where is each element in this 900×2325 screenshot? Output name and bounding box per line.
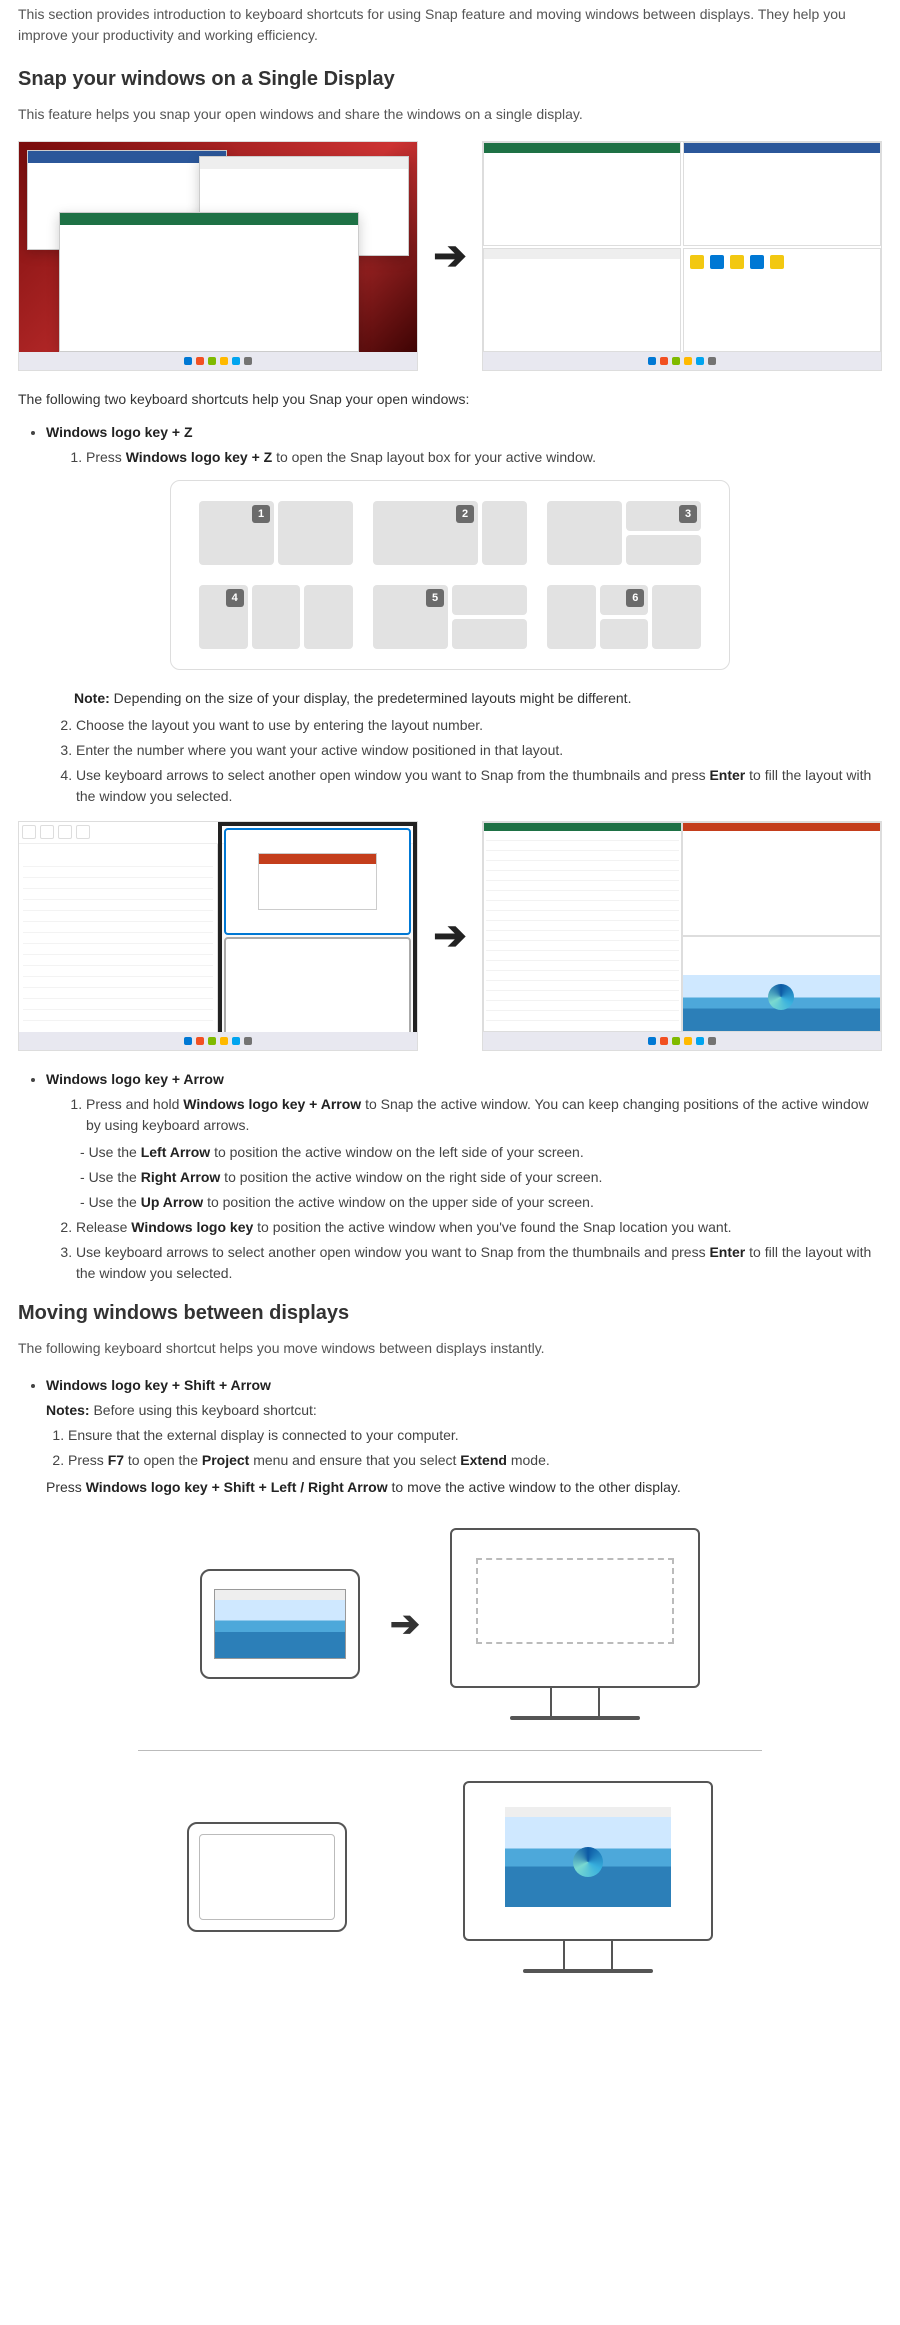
separator <box>138 1750 762 1751</box>
arrow-icon: ➔ <box>390 1597 420 1651</box>
a-sub-left: Use the Left Arrow to position the activ… <box>80 1142 882 1163</box>
figure-move-before: ➔ <box>18 1528 882 1720</box>
screenshot-snap-select-before <box>18 821 418 1051</box>
screenshot-unsnapped <box>18 141 418 371</box>
a-step-1: Press and hold Windows logo key + Arrow … <box>86 1094 882 1136</box>
tablet-with-window <box>200 1569 360 1679</box>
heading-snap-single-display: Snap your windows on a Single Display <box>18 64 882 94</box>
z-step-4: Use keyboard arrows to select another op… <box>76 765 882 807</box>
shortcut-win-shift-arrow: Windows logo key + Shift + Arrow Notes: … <box>46 1375 882 1471</box>
monitor-empty <box>450 1528 700 1720</box>
n-step-2: Press F7 to open the Project menu and en… <box>68 1450 882 1471</box>
arrow-icon: ➔ <box>423 906 477 966</box>
a-sub-right: Use the Right Arrow to position the acti… <box>80 1167 882 1188</box>
figure-move-after <box>18 1781 882 1973</box>
a-step-2: Release Windows logo key to position the… <box>76 1217 882 1238</box>
edge-logo-icon <box>573 1847 603 1877</box>
tablet-empty <box>187 1822 347 1932</box>
z-step-2: Choose the layout you want to use by ent… <box>76 715 882 736</box>
para-following-shortcuts: The following two keyboard shortcuts hel… <box>18 389 882 410</box>
shortcut-win-arrow: Windows logo key + Arrow Press and hold … <box>46 1069 882 1136</box>
n-step-1: Ensure that the external display is conn… <box>68 1425 882 1446</box>
shortcut-win-z: Windows logo key + Z Press Windows logo … <box>46 422 882 468</box>
a-sub-up: Use the Up Arrow to position the active … <box>80 1192 882 1213</box>
screenshot-snap-select-after <box>482 821 882 1051</box>
intro-paragraph: This section provides introduction to ke… <box>18 4 882 46</box>
monitor-with-window <box>463 1781 713 1973</box>
z-step-3: Enter the number where you want your act… <box>76 740 882 761</box>
arrow-icon: ➔ <box>423 226 477 286</box>
edge-logo-icon <box>768 984 794 1010</box>
press-instruction: Press Windows logo key + Shift + Left / … <box>46 1477 882 1498</box>
desc-snap-single: This feature helps you snap your open wi… <box>18 104 882 125</box>
screenshot-snapped <box>482 141 882 371</box>
figure-snap-layout-picker: 1 2 3 4 5 6 <box>170 480 730 670</box>
a-step-3: Use keyboard arrows to select another op… <box>76 1242 882 1284</box>
figure-snap-selection: ➔ <box>18 821 882 1051</box>
z-step-1: Press Windows logo key + Z to open the S… <box>86 447 882 468</box>
heading-moving-displays: Moving windows between displays <box>18 1298 882 1328</box>
figure-snap-before-after: ➔ <box>18 141 882 371</box>
desc-moving-displays: The following keyboard shortcut helps yo… <box>18 1338 882 1359</box>
note-layouts: Note: Depending on the size of your disp… <box>74 688 882 709</box>
